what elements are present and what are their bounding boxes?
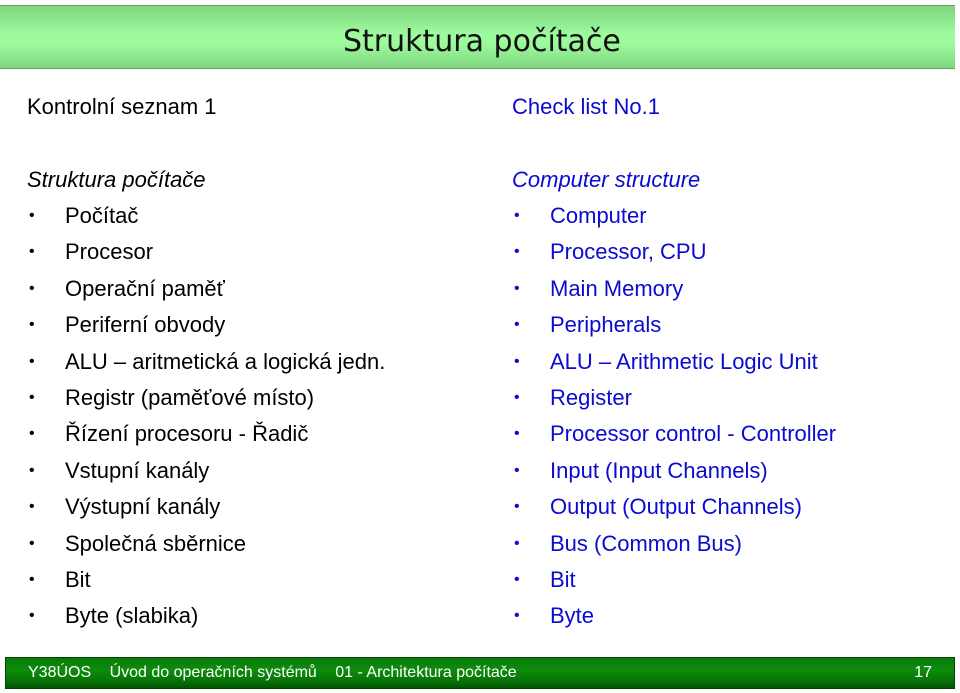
list-item: • Výstupní kanály (27, 489, 385, 525)
list-item: • Počítač (27, 198, 385, 234)
list-item-text: Computer (550, 203, 647, 228)
footer-info: Y38ÚOS Úvod do operačních systémů 01 - A… (28, 664, 531, 682)
list-item-text: Operační paměť (65, 275, 225, 301)
list-item-text: Byte (slabika) (65, 603, 199, 629)
list-item: • Řízení procesoru - Řadič (27, 416, 385, 452)
bullet-icon: • (29, 461, 35, 479)
lecture-title: 01 - Architektura počítače (335, 664, 517, 681)
list-item: • Společná sběrnice (27, 526, 385, 562)
bullet-icon: • (514, 207, 520, 224)
list-item-text: ALU – aritmetická a logická jedn. (65, 348, 386, 374)
list-item: • Vstupní kanály (27, 453, 385, 489)
bullet-icon: • (29, 498, 35, 516)
list-item-text: Bit (65, 566, 91, 592)
slide-title: Struktura počítače (343, 24, 621, 59)
list-item: • Operační paměť (27, 271, 385, 307)
list-item-text: Byte (550, 603, 595, 629)
bullet-icon: • (514, 352, 520, 370)
list-item: • Register (512, 380, 836, 416)
list-item-text: Bit (550, 566, 576, 592)
list-item: • Main Memory (512, 271, 836, 307)
bullet-icon: • (29, 607, 35, 625)
bullet-icon: • (514, 607, 520, 625)
czech-heading: Kontrolní seznam 1 (27, 94, 217, 119)
list-item: • Processor control - Controller (512, 416, 836, 452)
list-item-text: ALU – Arithmetic Logic Unit (550, 348, 818, 374)
title-bar: Struktura počítače (0, 5, 955, 69)
list-item: • Bus (Common Bus) (512, 526, 836, 562)
bullet-icon: • (29, 316, 35, 334)
bullet-icon: • (514, 425, 520, 443)
bullet-icon: • (29, 352, 35, 370)
bullet-icon: • (514, 498, 520, 516)
english-list: • Computer • Processor, CPU • Main Memory •… (512, 198, 836, 635)
list-item: • Registr (paměťové místo) (27, 380, 385, 416)
list-item-text: Společná sběrnice (65, 530, 247, 556)
bullet-icon: • (514, 461, 520, 479)
bullet-icon: • (29, 425, 35, 443)
english-heading: Check list No.1 (512, 94, 660, 119)
list-item: • Bit (27, 562, 385, 598)
bullet-icon: • (29, 207, 35, 224)
page-number: 17 (914, 664, 932, 681)
english-section-title: Computer structure (512, 167, 701, 192)
list-item: • Byte (slabika) (27, 598, 385, 634)
list-item: • Input (Input Channels) (512, 453, 836, 489)
english-column: Check list No.1 Computer structure • Comp… (512, 88, 836, 635)
bullet-icon: • (514, 534, 520, 552)
czech-list: • Počítač • Procesor • Operační paměť • Peri… (27, 198, 385, 635)
list-item-text: Periferní obvody (65, 312, 226, 338)
bullet-icon: • (29, 388, 35, 406)
list-item-text: Výstupní kanály (65, 494, 221, 520)
list-item-text: Main Memory (550, 275, 684, 301)
list-item: • Peripherals (512, 307, 836, 343)
list-item-text: Řízení procesoru - Řadič (65, 421, 309, 447)
bullet-icon: • (514, 388, 520, 406)
course-code: Y38ÚOS (28, 664, 92, 681)
list-item: • ALU – aritmetická a logická jedn. (27, 344, 385, 380)
bullet-icon: • (514, 316, 520, 334)
list-item-text: Počítač (65, 203, 139, 228)
bullet-icon: • (514, 279, 520, 297)
list-item: • Periferní obvody (27, 307, 385, 343)
list-item: • ALU – Arithmetic Logic Unit (512, 344, 836, 380)
czech-column: Kontrolní seznam 1 Struktura počítače • P… (27, 88, 385, 635)
list-item-text: Registr (paměťové místo) (65, 384, 315, 410)
bullet-icon: • (29, 570, 35, 588)
list-item-text: Bus (Common Bus) (550, 530, 742, 556)
list-item-text: Register (550, 384, 632, 410)
list-item: • Processor, CPU (512, 234, 836, 270)
list-item: • Output (Output Channels) (512, 489, 836, 525)
list-item-text: Processor, CPU (550, 239, 707, 265)
list-item-text: Processor control - Controller (550, 421, 837, 447)
list-item: • Byte (512, 598, 836, 634)
bullet-icon: • (514, 243, 520, 261)
bullet-icon: • (29, 279, 35, 297)
bullet-icon: • (29, 534, 35, 552)
list-item: • Procesor (27, 234, 385, 270)
footer-bar: Y38ÚOS Úvod do operačních systémů 01 - A… (5, 657, 955, 689)
course-name: Úvod do operačních systémů (109, 664, 317, 681)
list-item: • Computer (512, 198, 836, 234)
list-item-text: Procesor (65, 239, 154, 265)
list-item-text: Peripherals (550, 312, 662, 338)
bullet-icon: • (514, 570, 520, 588)
bullet-icon: • (29, 243, 35, 261)
list-item-text: Input (Input Channels) (550, 457, 768, 483)
list-item-text: Vstupní kanály (65, 457, 210, 483)
czech-section-title: Struktura počítače (27, 167, 206, 192)
list-item: • Bit (512, 562, 836, 598)
list-item-text: Output (Output Channels) (550, 494, 802, 520)
